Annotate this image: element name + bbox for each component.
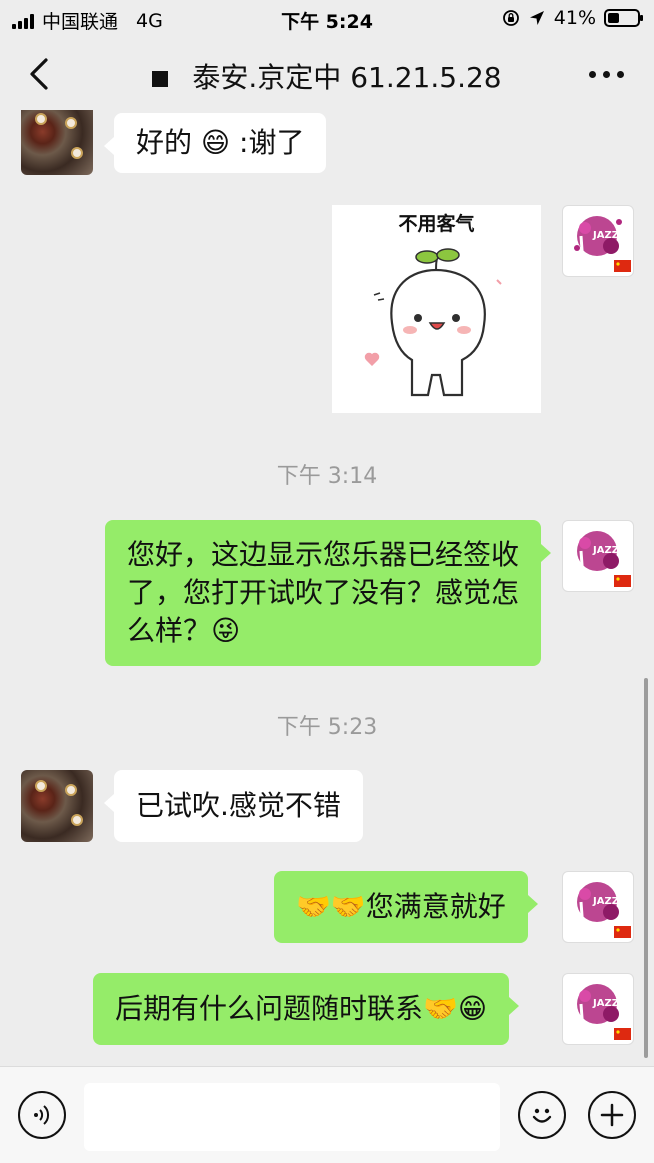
my-avatar[interactable]: JAZZ [562,205,634,277]
jazz-avatar-icon: JAZZ [577,531,631,587]
contact-avatar[interactable] [21,770,93,842]
contact-avatar[interactable] [21,110,93,175]
chat-messages[interactable]: 好的 😄 :谢了 不用客气 JAZZ 下午 3:14 您好，这边显示您乐器已经签… [0,110,654,1066]
jazz-avatar-icon: JAZZ [574,216,631,272]
plus-icon[interactable] [588,1091,636,1139]
chat-title: 泰安.京定中 61.21.5.28 [70,56,584,96]
location-icon [529,11,544,25]
message-text: 您满意就好 [365,890,506,923]
more-dots-icon[interactable] [589,71,624,78]
my-avatar[interactable]: JAZZ [562,973,634,1045]
chat-title-text: 泰安.京定中 61.21.5.28 [192,61,502,94]
handshake-grin-emoji-icon: 🤝😁 [423,992,488,1025]
message-text: 您好，这边显示您乐器已经签收了，您打开试吹了没有？感觉怎么样？ [127,538,520,647]
message-bubble-incoming[interactable]: 好的 😄 :谢了 [103,113,327,173]
input-bar [0,1066,654,1163]
voice-icon[interactable] [18,1091,66,1139]
jazz-avatar-label: JAZZ [592,998,619,1009]
emoji-icon[interactable] [518,1091,566,1139]
message-bubble-outgoing[interactable]: 后期有什么问题随时联系🤝😁 [93,973,520,1045]
battery-level [608,13,620,23]
message-text: 好的 [136,126,193,159]
rotation-lock-icon [502,10,519,26]
jazz-avatar-label: JAZZ [592,545,619,556]
message-text: 后期有什么问题随时联系 [115,992,424,1025]
jazz-avatar-label: JAZZ [592,230,619,241]
jazz-avatar-icon: JAZZ [577,984,631,1040]
message-bubble-outgoing[interactable]: 您好，这边显示您乐器已经签收了，您打开试吹了没有？感觉怎么样？😜 [105,520,551,666]
jazz-avatar-icon: JAZZ [577,882,631,938]
my-avatar[interactable]: JAZZ [562,520,634,592]
status-bar-right: 41% [502,7,643,29]
chat-header: 泰安.京定中 61.21.5.28 [0,38,654,110]
message-text: 已试吹.感觉不错 [136,789,341,822]
message-bubble-outgoing[interactable]: 🤝🤝您满意就好 [274,871,538,943]
grin-emoji-icon: 😄 [200,126,231,159]
status-bar: 中国联通 4G 下午 5:24 41% [0,0,654,38]
timestamp: 下午 5:23 [276,715,378,740]
jazz-avatar-label: JAZZ [592,896,619,907]
wink-tongue-emoji-icon: 😜 [211,614,241,647]
my-avatar[interactable]: JAZZ [562,871,634,943]
message-text-suffix: :谢了 [239,126,305,159]
redaction-block [152,71,169,87]
timestamp: 下午 3:14 [276,464,378,489]
battery-percent: 41% [553,7,596,29]
scrollbar[interactable] [644,678,648,1058]
battery-icon [604,9,643,27]
sticker-message[interactable]: 不用客气 [332,205,541,413]
message-input[interactable] [84,1083,500,1151]
handshake-emoji-icon: 🤝🤝 [296,890,366,923]
sprout-character-icon [364,248,502,397]
chevron-left-icon[interactable] [22,54,58,94]
message-bubble-incoming[interactable]: 已试吹.感觉不错 [104,770,363,842]
